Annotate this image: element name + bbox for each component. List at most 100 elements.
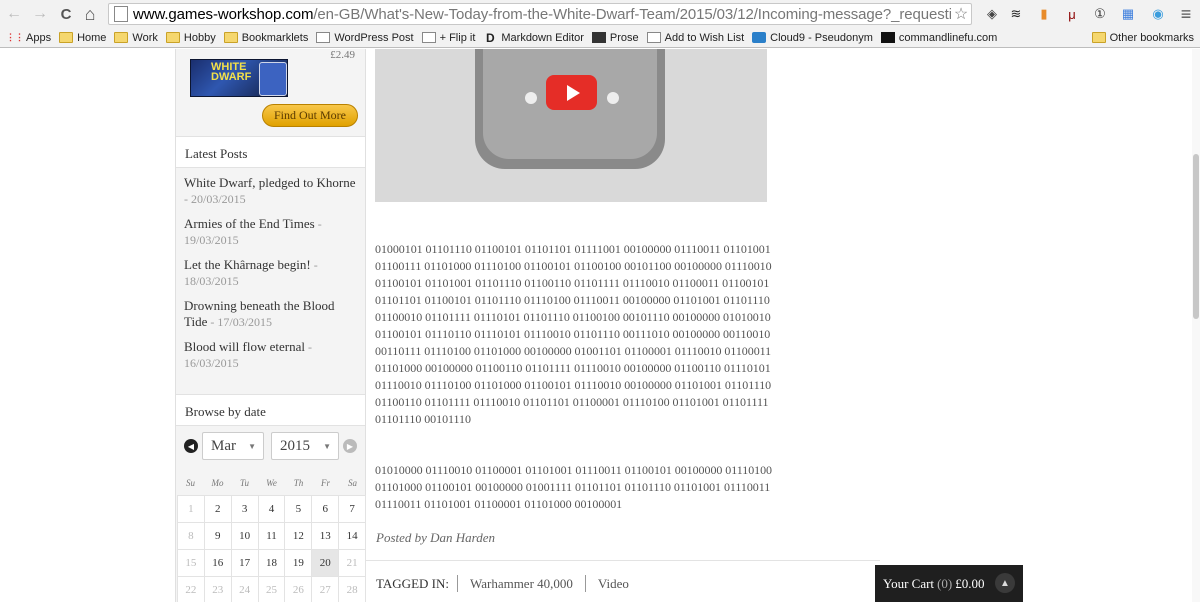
calendar-grid: 1 2 3 4 5 6 7 8 9 10 11 12 13 14 15 16 17 18 19 20 21 22 23 24 2…	[177, 495, 367, 602]
chrome-menu-icon[interactable]: ≡	[1176, 4, 1196, 24]
calendar-day[interactable]: 4	[258, 496, 286, 523]
bookmark-label: Bookmarklets	[241, 31, 309, 44]
month-select[interactable]: Mar ▼	[202, 432, 264, 460]
bookmark-star-icon[interactable]: ☆	[951, 4, 971, 24]
bookmark-item[interactable]: Prose	[591, 32, 639, 44]
latest-post-item[interactable]: Blood will flow eternal - 16/03/2015	[184, 339, 359, 371]
bookmark-item[interactable]: WordPress Post	[316, 31, 414, 44]
calendar-day[interactable]: 16	[204, 550, 232, 577]
weekday-label: We	[266, 478, 277, 488]
bookmark-label: WordPress Post	[334, 31, 414, 44]
bookmark-item[interactable]: Cloud9 - Pseudonym	[752, 32, 873, 44]
month-select-value: Mar	[211, 437, 236, 454]
bookmark-item[interactable]: D Markdown Editor	[483, 31, 584, 45]
other-bookmarks[interactable]: Other bookmarks	[1091, 32, 1194, 44]
prev-month-icon[interactable]: ◀	[184, 439, 198, 453]
calendar-ext-icon[interactable]: ▦	[1118, 4, 1138, 24]
bookmark-item[interactable]: Hobby	[165, 32, 216, 44]
bookmark-item[interactable]: Work	[114, 32, 158, 44]
article-body: 01000101 01101110 01100101 01101101 0111…	[375, 224, 795, 547]
thumbnail-dot	[607, 92, 619, 104]
forward-button[interactable]: →	[30, 4, 50, 24]
latest-post-item[interactable]: Let the Khârnage begin! - 18/03/2015	[184, 257, 359, 289]
page-scrollbar[interactable]	[1192, 49, 1200, 602]
calendar-day[interactable]: 5	[285, 496, 313, 523]
calendar-day: 28	[339, 577, 367, 602]
find-out-more-button[interactable]: Find Out More	[262, 104, 358, 127]
post-byline: Posted by Dan Harden	[376, 530, 496, 545]
latest-post-item[interactable]: White Dwarf, pledged to Khorne - 20/03/2…	[184, 175, 359, 207]
bookmark-label: Cloud9 - Pseudonym	[770, 31, 873, 44]
tag-video[interactable]: Video	[598, 576, 629, 592]
folder-icon	[114, 32, 129, 43]
post-title-link[interactable]: Blood will flow eternal	[184, 339, 305, 354]
ublock-icon[interactable]: μ	[1062, 4, 1082, 24]
calendar-day[interactable]: 19	[285, 550, 313, 577]
white-dwarf-promo-image[interactable]: WHITE DWARF	[190, 59, 288, 97]
calendar-day: 26	[285, 577, 313, 602]
post-title-link[interactable]: Let the Khârnage begin!	[184, 257, 311, 272]
bookmark-item[interactable]: Add to Wish List	[646, 32, 744, 44]
bookmark-item[interactable]: commandlinefu.com	[880, 31, 998, 44]
onepassword-icon[interactable]: ①	[1090, 4, 1110, 24]
calendar-day[interactable]: 14	[339, 523, 367, 550]
calendar-day[interactable]: 11	[258, 523, 286, 550]
buffer-icon[interactable]: ≋	[1006, 4, 1026, 24]
weekday-label: Su	[186, 478, 195, 488]
bookmark-label: commandlinefu.com	[898, 31, 998, 44]
folder-icon	[165, 32, 180, 43]
youtube-video-embed[interactable]	[375, 49, 767, 202]
bookmark-item[interactable]: + Flip it	[421, 31, 476, 44]
page-icon	[316, 32, 331, 43]
binary-paragraph: 01000101 01101110 01100101 01101101 0111…	[375, 242, 772, 426]
calendar-day[interactable]: 10	[231, 523, 259, 550]
weekday-label: Fr	[321, 478, 330, 488]
browse-by-date-heading: Browse by date	[176, 394, 365, 426]
chevron-up-icon[interactable]: ▲	[995, 573, 1015, 593]
calendar-day[interactable]: 6	[312, 496, 340, 523]
bookmark-item[interactable]: ⋮⋮ Apps	[6, 32, 51, 44]
bookmark-label: Home	[77, 31, 107, 44]
cart-bar[interactable]: Your Cart (0) £0.00 ▲	[875, 565, 1023, 602]
post-date: - 20/03/2015	[184, 192, 246, 206]
bookmark-ext-icon[interactable]: ▮	[1034, 4, 1054, 24]
latest-post-item[interactable]: Armies of the End Times - 19/03/2015	[184, 216, 359, 248]
bookmark-item[interactable]: Bookmarklets	[223, 31, 309, 44]
youtube-play-icon[interactable]	[546, 75, 597, 110]
bookmark-label: Markdown Editor	[501, 31, 584, 44]
calendar-day[interactable]: 3	[231, 496, 259, 523]
tag-warhammer-40000[interactable]: Warhammer 40,000	[470, 576, 573, 592]
latest-post-item[interactable]: Drowning beneath the Blood Tide - 17/03/…	[184, 298, 359, 330]
back-button[interactable]: ←	[4, 4, 24, 24]
year-select[interactable]: 2015 ▼	[271, 432, 339, 460]
reload-button[interactable]: C	[56, 4, 76, 24]
calendar-day: 24	[231, 577, 259, 602]
next-month-icon[interactable]: ▶	[343, 439, 357, 453]
url-text[interactable]: www.games-workshop.com/en-GB/What's-New-…	[133, 6, 951, 23]
page-icon	[114, 6, 128, 22]
weekday-label: Th	[293, 478, 304, 488]
post-title-link[interactable]: Armies of the End Times	[184, 216, 315, 231]
profile-icon[interactable]: ◉	[1148, 4, 1168, 24]
apps-grid-icon: ⋮⋮	[6, 32, 24, 42]
prose-icon	[591, 32, 606, 43]
calendar-day[interactable]: 20	[312, 550, 340, 577]
bookmark-label: + Flip it	[439, 31, 476, 44]
address-bar[interactable]: www.games-workshop.com/en-GB/What's-New-…	[108, 3, 972, 25]
pocket-icon[interactable]: ◈	[982, 4, 1002, 24]
calendar-day[interactable]: 9	[204, 523, 232, 550]
calendar-day[interactable]: 17	[231, 550, 259, 577]
calendar-day: 27	[312, 577, 340, 602]
post-title-link[interactable]: White Dwarf, pledged to Khorne	[184, 175, 355, 190]
calendar-day[interactable]: 18	[258, 550, 286, 577]
calendar-day[interactable]: 12	[285, 523, 313, 550]
calendar-day[interactable]: 13	[312, 523, 340, 550]
scrollbar-thumb[interactable]	[1193, 154, 1199, 319]
calendar-day[interactable]: 2	[204, 496, 232, 523]
home-button[interactable]: ⌂	[80, 4, 100, 24]
bookmark-item[interactable]: Home	[59, 32, 106, 44]
tag-separator	[456, 575, 458, 592]
calendar-day: 25	[258, 577, 286, 602]
calendar-day: 23	[204, 577, 232, 602]
calendar-day[interactable]: 7	[339, 496, 367, 523]
